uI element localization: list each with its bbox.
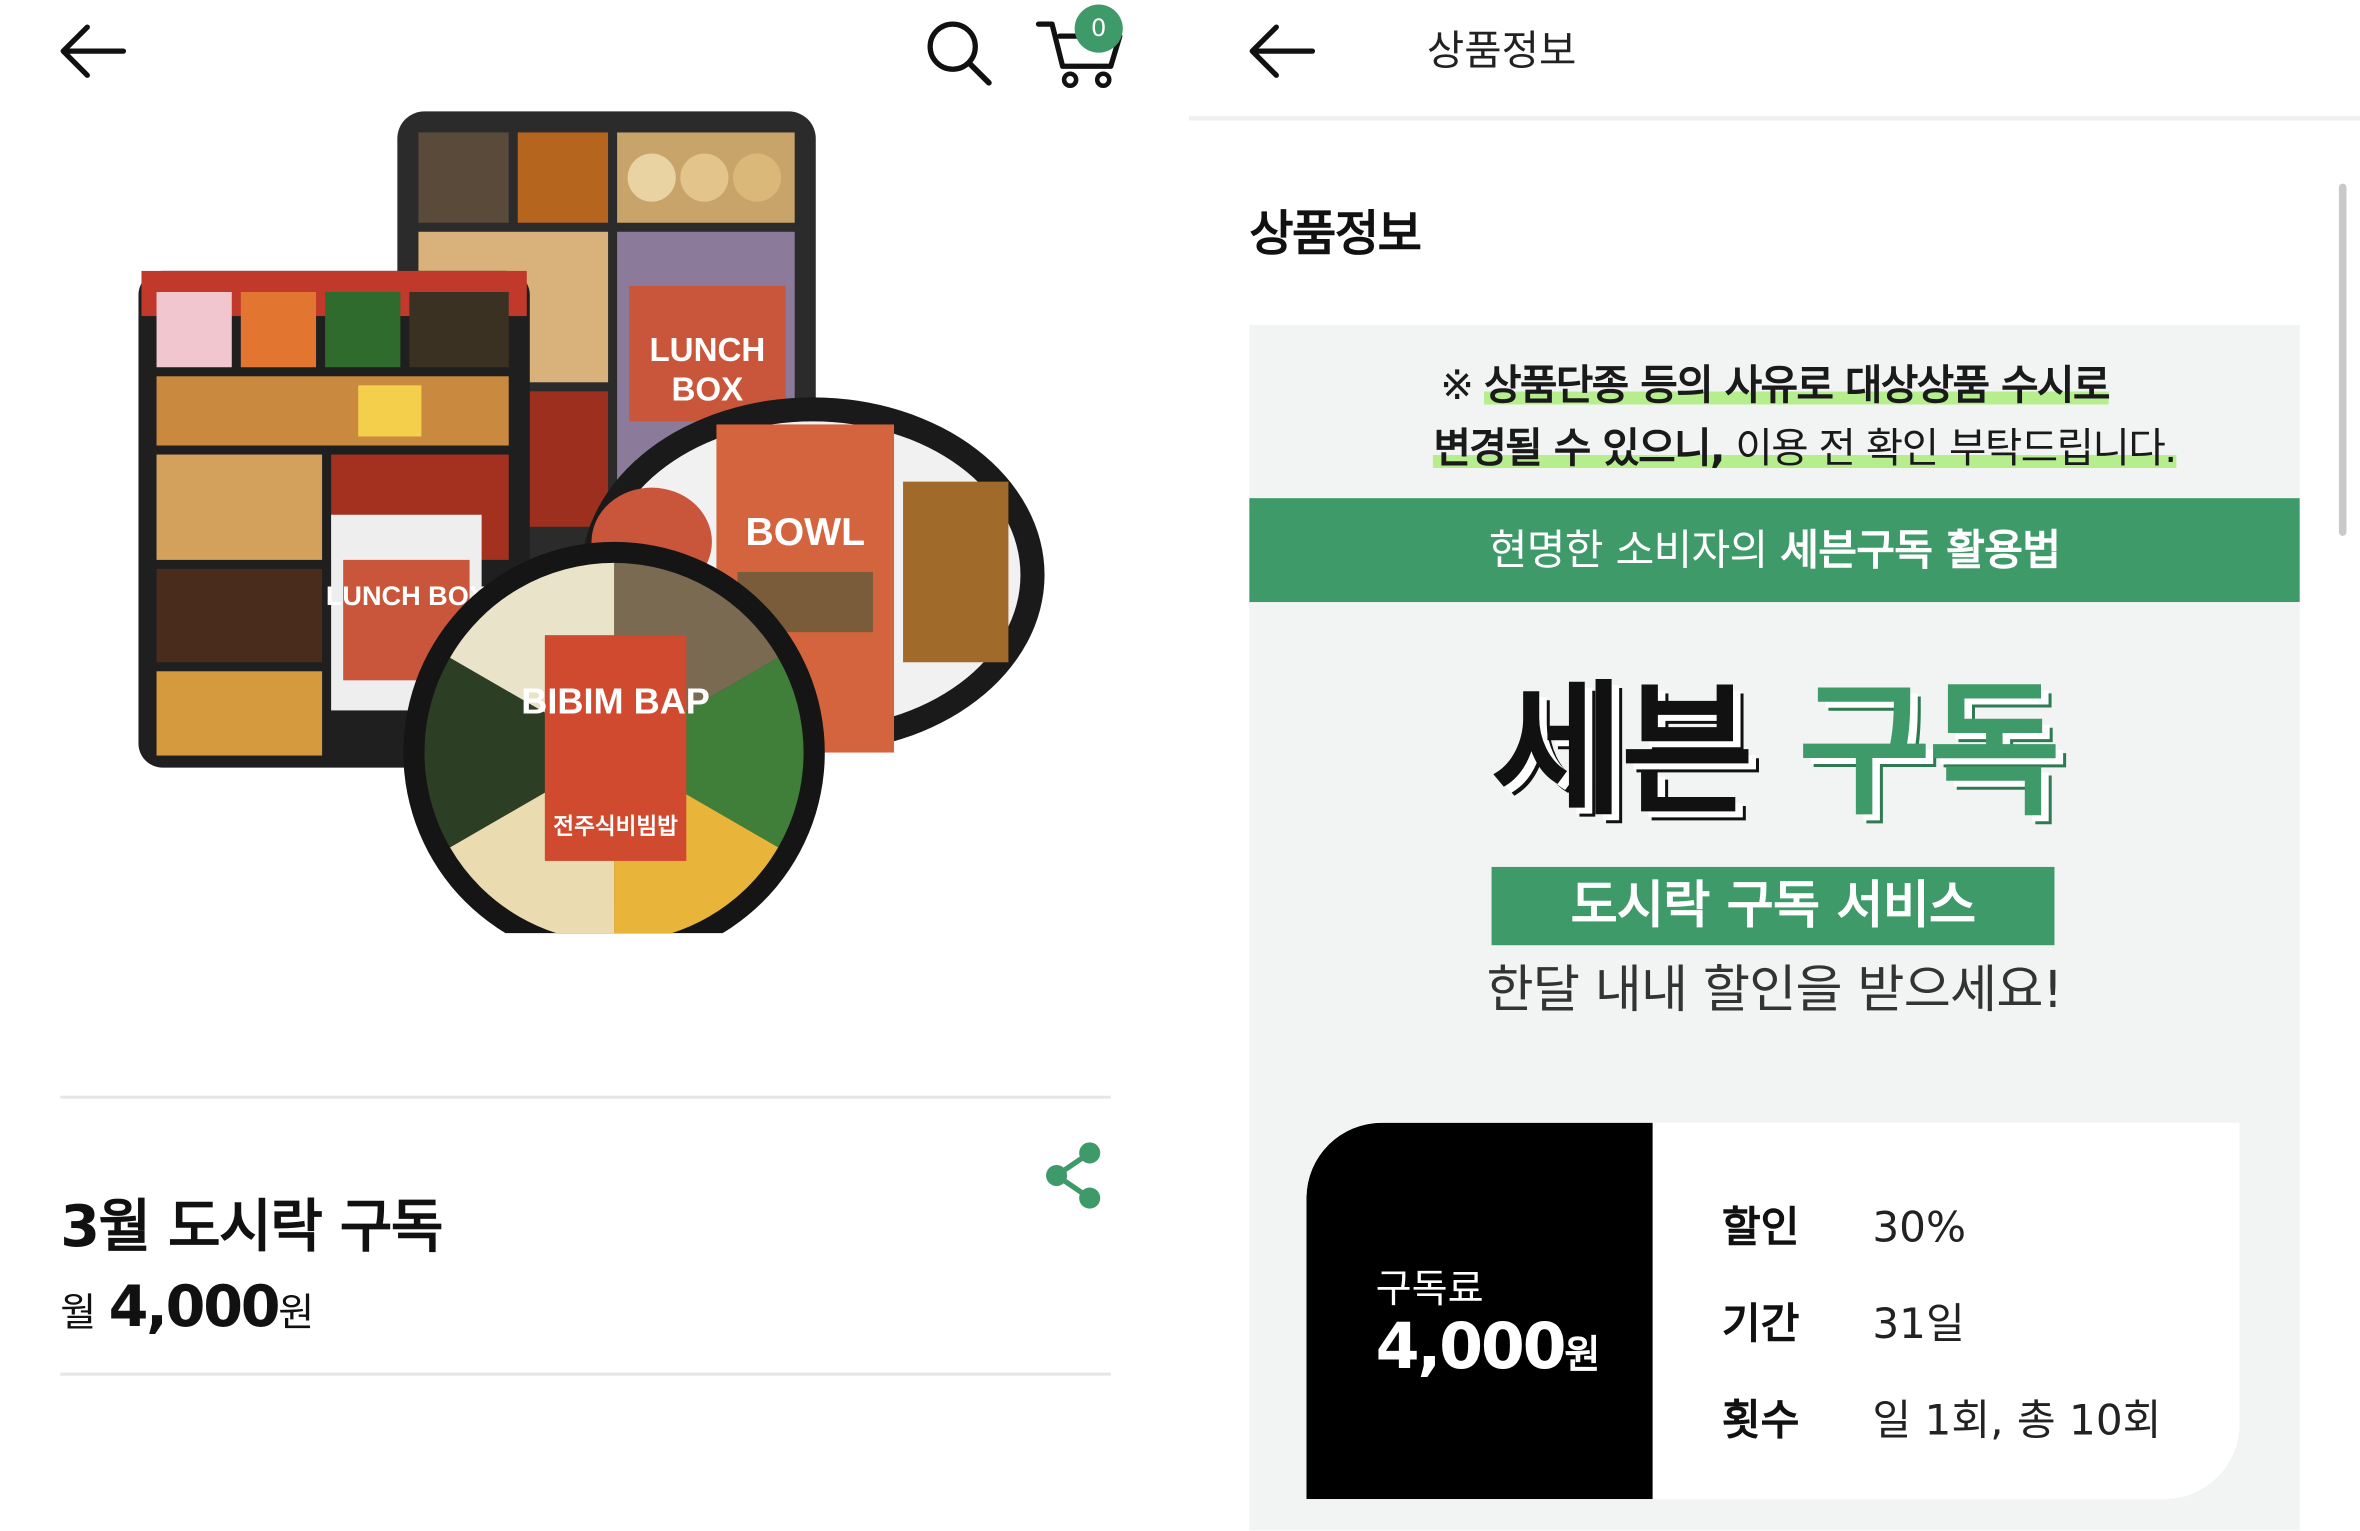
header-title: 상품정보: [1426, 28, 1577, 76]
back-arrow-icon[interactable]: [54, 18, 132, 84]
bibimbap-name: 전주식비빔밥: [553, 814, 678, 840]
header: 상품정보: [1189, 0, 2360, 121]
back-arrow-icon[interactable]: [1243, 18, 1321, 84]
section-title: 상품정보: [1249, 204, 1422, 262]
fee-panel: 구독료 4,000원: [1306, 1122, 1653, 1500]
product-detail-screen: 0 LUNCH BOX LUNCH BOX BOWL BIBIM BAP 전주식…: [0, 0, 1174, 1531]
lunch-box-label-back: LUNCH: [649, 332, 765, 369]
bowl-label: BOWL: [745, 511, 865, 554]
divider-bottom: [60, 1372, 1111, 1376]
detail-row-count: 횟수 일 1회, 총 10회: [1721, 1395, 2162, 1445]
search-icon[interactable]: [921, 15, 996, 90]
divider-top: [60, 1095, 1111, 1099]
scrollbar[interactable]: [2338, 183, 2347, 536]
tips-bar: 현명한 소비자의 세븐구독 활용법: [1249, 498, 2300, 603]
discount-subline: 한달 내내 할인을 받으세요!: [1486, 960, 2064, 1021]
price-amount: 4,000: [108, 1273, 281, 1340]
fee-value: 4,000원: [1375, 1309, 1601, 1384]
product-image: LUNCH BOX LUNCH BOX BOWL BIBIM BAP 전주식비빔…: [138, 111, 1045, 934]
bibimbap-label: BIBIM BAP: [521, 680, 710, 721]
title-word-subscription: 구독: [1798, 666, 2061, 836]
seven-subscription-title: 세븐 구독: [1249, 668, 2300, 834]
notice-line2-rest: 이용 전 확인 부탁드립니다.: [1723, 425, 2177, 473]
notice-line2-bold: 변경될 수 있으니,: [1433, 425, 1725, 473]
price-prefix: 월: [60, 1291, 97, 1337]
service-pill: 도시락 구독 서비스: [1491, 866, 2055, 946]
share-icon[interactable]: [1039, 1138, 1111, 1213]
product-info-screen: 상품정보 상품정보 ※ 상품단종 등의 사유로 대상상품 수시로 변경될 수 있…: [1189, 0, 2360, 1531]
subscription-banner: ※ 상품단종 등의 사유로 대상상품 수시로 변경될 수 있으니, 이용 전 확…: [1249, 325, 2300, 1531]
svg-text:BOX: BOX: [672, 371, 744, 408]
price-unit: 원: [278, 1291, 315, 1337]
notice-line1: 상품단종 등의 사유로 대상상품 수시로: [1484, 362, 2110, 410]
notice-text: ※ 상품단종 등의 사유로 대상상품 수시로 변경될 수 있으니, 이용 전 확…: [1433, 362, 2177, 473]
product-title: 3월 도시락 구독: [60, 1193, 443, 1260]
fee-label: 구독료: [1375, 1267, 1484, 1313]
cart-count-badge: 0: [1074, 4, 1123, 53]
title-word-seven: 세븐: [1491, 666, 1754, 836]
detail-row-period: 기간 31일: [1721, 1298, 1965, 1349]
product-price: 월 4,000원: [60, 1273, 314, 1339]
subscription-card: 구독료 4,000원 할인 30% 기간 31일 횟수 일 1회, 총 10회: [1306, 1122, 2240, 1500]
detail-row-discount: 할인 30%: [1721, 1202, 1967, 1253]
